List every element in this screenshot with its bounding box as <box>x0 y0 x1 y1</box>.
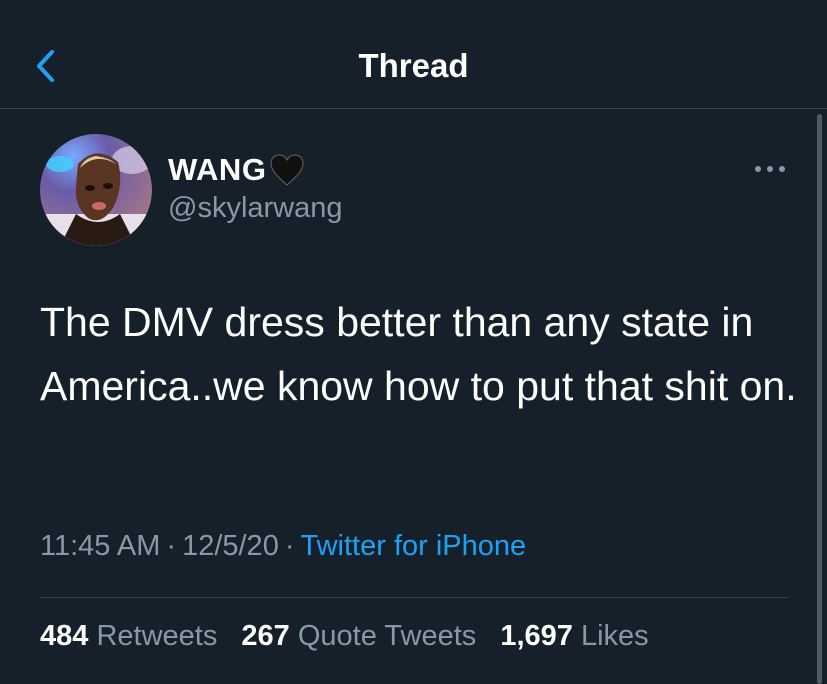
author-handle[interactable]: @skylarwang <box>168 192 343 225</box>
more-options-button[interactable] <box>752 156 788 182</box>
quote-tweets-stat[interactable]: 267 Quote Tweets <box>241 620 476 653</box>
tweet-time: 11:45 AM <box>40 530 161 562</box>
tweet-text: The DMV dress better than any state in A… <box>40 299 797 409</box>
retweets-count: 484 <box>40 620 89 652</box>
tweet-date: 12/5/20 <box>182 530 279 562</box>
separator: · <box>284 530 295 562</box>
retweets-label: Retweets <box>96 620 218 652</box>
retweets-stat[interactable]: 484 Retweets <box>40 620 217 653</box>
black-heart-icon <box>270 154 304 186</box>
page-title: Thread <box>358 47 469 84</box>
top-nav-bar: Thread <box>0 0 827 109</box>
avatar[interactable] <box>40 134 152 246</box>
scrollbar[interactable] <box>817 114 822 684</box>
likes-count: 1,697 <box>500 620 573 652</box>
likes-label: Likes <box>580 620 649 652</box>
more-horizontal-icon <box>755 166 785 172</box>
author-display-name[interactable]: WANG <box>168 152 266 188</box>
tweet-stats: 484 Retweets 267 Quote Tweets 1,697 Like… <box>40 620 665 653</box>
tweet-source-link[interactable]: Twitter for iPhone <box>301 530 527 562</box>
quote-tweets-label: Quote Tweets <box>297 620 477 652</box>
author-name-row[interactable]: WANG <box>168 150 306 190</box>
divider <box>40 597 788 598</box>
likes-stat[interactable]: 1,697 Likes <box>500 620 648 653</box>
separator: · <box>166 530 177 562</box>
tweet-metadata: 11:45 AM · 12/5/20 · Twitter for iPhone <box>40 530 526 563</box>
quote-tweets-count: 267 <box>241 620 290 652</box>
avatar-photo <box>40 134 152 246</box>
